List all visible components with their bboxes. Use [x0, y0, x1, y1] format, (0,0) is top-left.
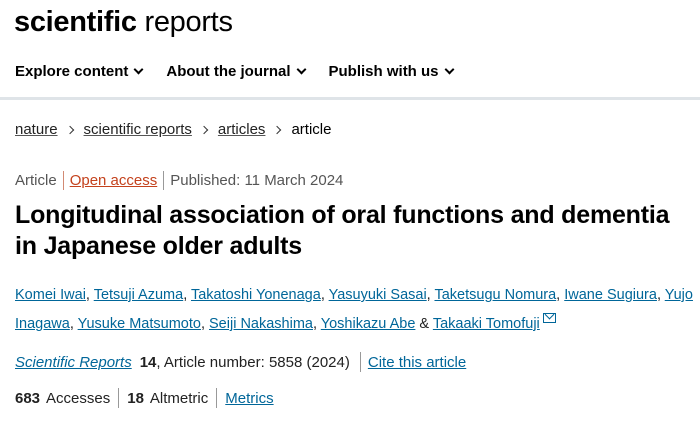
- author-link[interactable]: Yoshikazu Abe: [321, 316, 416, 332]
- nav-publish-with-us-label: Publish with us: [328, 63, 439, 80]
- logo-regular-text: reports: [144, 6, 233, 38]
- accesses-count: 683: [15, 389, 41, 407]
- scientific-reports-logo[interactable]: scientific reports: [14, 4, 233, 40]
- author-list: Komei Iwai, Tetsuji Azuma, Takatoshi Yon…: [15, 281, 695, 339]
- author-separator: ,: [656, 287, 665, 303]
- article-title: Longitudinal association of oral functio…: [15, 201, 670, 260]
- nav-about-the-journal[interactable]: About the journal: [166, 63, 306, 80]
- article-number: , Article number: 5858 (2024): [156, 353, 350, 371]
- author-separator: ,: [320, 287, 329, 303]
- main-nav: Explore content About the journal Publis…: [15, 63, 477, 80]
- chevron-down-icon: [133, 64, 144, 75]
- author-separator: ,: [200, 316, 210, 332]
- divider: [62, 171, 64, 190]
- author-link[interactable]: Iwane Sugiura: [564, 287, 657, 303]
- altmetric-count: 18: [127, 389, 144, 407]
- chevron-right-icon: [65, 125, 74, 134]
- author-link[interactable]: Yusuke Matsumoto: [78, 316, 201, 332]
- altmetric-label: Altmetric: [149, 389, 209, 407]
- site-header: scientific reports Explore content About…: [0, 0, 700, 100]
- chevron-down-icon: [296, 64, 306, 75]
- author-link[interactable]: Yasuyuki Sasai: [329, 287, 427, 303]
- author-link[interactable]: Taketsugu Nomura: [434, 287, 556, 303]
- author-separator: ,: [85, 287, 94, 303]
- author-link[interactable]: Takatoshi Yonenaga: [191, 287, 321, 303]
- article-meta: Article Open access Published: 11 March …: [15, 171, 343, 190]
- author-separator: ,: [183, 287, 191, 303]
- author-separator: ,: [69, 316, 78, 332]
- published-date: Published: 11 March 2024: [170, 172, 344, 189]
- nav-publish-with-us[interactable]: Publish with us: [328, 63, 454, 80]
- author-link[interactable]: Komei Iwai: [15, 287, 86, 303]
- article-type: Article: [15, 172, 57, 189]
- author-link-corresponding[interactable]: Takaaki Tomofuji: [433, 316, 540, 332]
- divider: [118, 388, 120, 408]
- open-access-link[interactable]: Open access: [70, 172, 158, 189]
- breadcrumb-articles[interactable]: articles: [218, 121, 266, 138]
- breadcrumb-current: article: [291, 121, 332, 138]
- cite-this-article-link[interactable]: Cite this article: [368, 354, 466, 371]
- divider: [216, 388, 218, 408]
- logo-bold-text: scientific: [14, 6, 137, 38]
- author-link[interactable]: Tetsuji Azuma: [94, 287, 183, 303]
- divider: [359, 352, 361, 372]
- nav-about-the-journal-label: About the journal: [166, 63, 291, 80]
- email-icon[interactable]: [542, 313, 556, 323]
- nav-explore-content-label: Explore content: [15, 63, 129, 80]
- chevron-right-icon: [273, 125, 282, 134]
- accesses-label: Accesses: [46, 389, 111, 407]
- metrics-line: 683 Accesses 18 Altmetric Metrics: [15, 388, 274, 408]
- breadcrumb-scientific-reports[interactable]: scientific reports: [84, 121, 192, 138]
- breadcrumb: nature scientific reports articles artic…: [15, 121, 331, 138]
- author-separator: &: [415, 316, 433, 332]
- author-separator: ,: [312, 316, 321, 332]
- journal-link[interactable]: Scientific Reports: [15, 354, 132, 371]
- divider: [163, 171, 165, 190]
- metrics-link[interactable]: Metrics: [225, 390, 273, 407]
- citation-line: Scientific Reports 14 , Article number: …: [15, 352, 466, 372]
- journal-volume: 14: [139, 353, 157, 371]
- chevron-down-icon: [444, 64, 454, 75]
- breadcrumb-nature[interactable]: nature: [15, 121, 58, 138]
- chevron-right-icon: [199, 125, 209, 134]
- author-link[interactable]: Seiji Nakashima: [209, 316, 313, 332]
- nav-explore-content[interactable]: Explore content: [15, 63, 144, 80]
